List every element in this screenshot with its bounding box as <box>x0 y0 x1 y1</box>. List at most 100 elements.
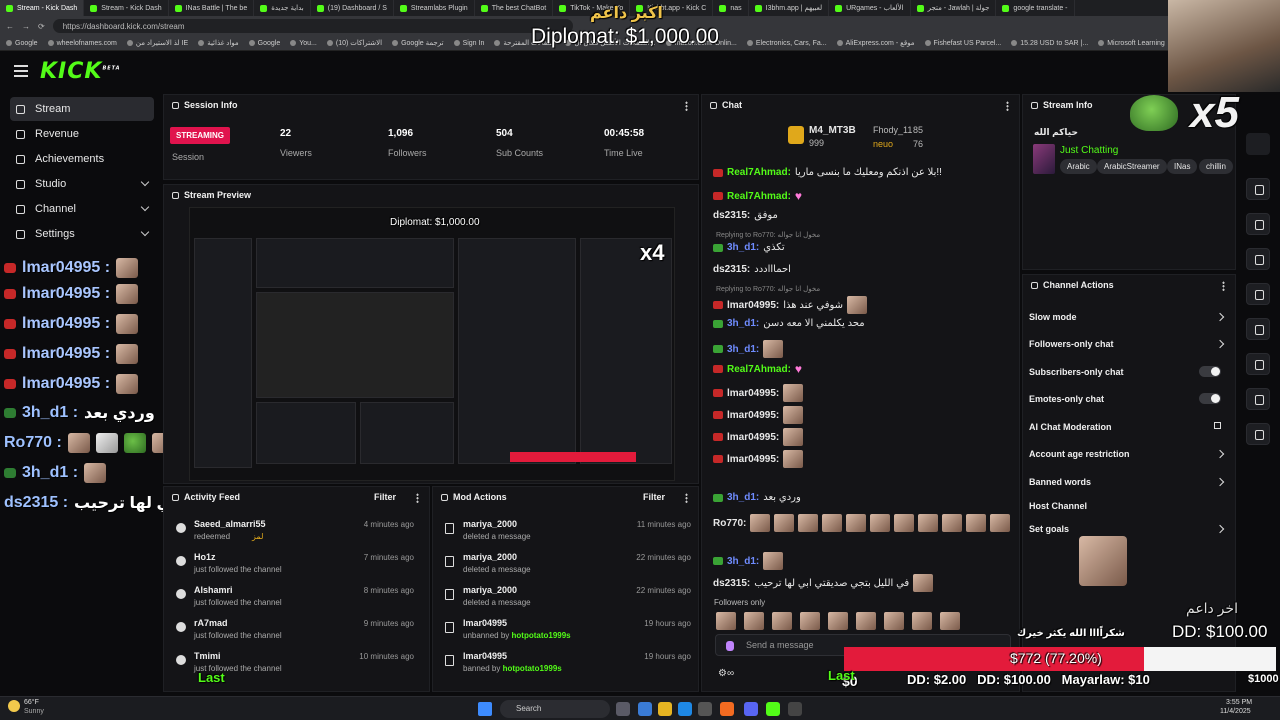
kick-icon[interactable] <box>766 702 780 716</box>
sidebar-item-studio[interactable]: Studio <box>10 172 154 196</box>
browser-tab[interactable]: URgames - الألعاب <box>829 0 911 16</box>
mod-action-item[interactable]: mariya_2000 deleted a message 22 minutes a… <box>433 583 701 615</box>
mic-icon[interactable] <box>726 641 734 651</box>
mod-action-username[interactable]: lmar04995 <box>463 618 507 628</box>
bookmark-item[interactable]: مواد غذائية <box>198 39 238 47</box>
more-options-icon[interactable] <box>685 101 688 111</box>
chat-message[interactable]: Real7Ahmad: ♥ <box>713 362 802 376</box>
browser-tab[interactable]: Stream - Kick Dash <box>84 0 169 16</box>
weather-icon[interactable] <box>8 700 20 712</box>
category-thumbnail[interactable] <box>1033 144 1055 174</box>
chat-username[interactable]: lmar04995: <box>727 432 779 443</box>
emote[interactable] <box>884 612 904 630</box>
quick-action-button[interactable] <box>1246 318 1270 340</box>
bookmark-item[interactable]: Fishefast US Parcel... <box>925 40 1002 47</box>
taskbar-search[interactable]: Search <box>500 700 610 718</box>
sidebar-item-revenue[interactable]: Revenue <box>10 122 154 146</box>
quick-action-button[interactable] <box>1246 213 1270 235</box>
channel-action-slow-mode[interactable]: Slow mode <box>1029 312 1229 322</box>
browser-tab[interactable]: Streamlabs Plugin <box>394 0 475 16</box>
emote[interactable] <box>912 612 932 630</box>
browser-tab[interactable]: INas Battle | The be <box>169 0 255 16</box>
edge-icon[interactable] <box>678 702 692 716</box>
edit-icon[interactable] <box>1246 133 1270 155</box>
mod-filter-button[interactable]: Filter <box>643 492 665 502</box>
emote[interactable] <box>772 612 792 630</box>
chat-message[interactable]: lmar04995: <box>713 384 804 402</box>
chat-username[interactable]: 3h_d1: <box>727 318 759 329</box>
activity-item[interactable]: Alshamri just followed the channel 8 minut… <box>164 583 424 615</box>
channel-action-account-age-restriction[interactable]: Account age restriction <box>1029 449 1229 459</box>
activity-item[interactable]: rA7mad just followed the channel 9 minutes… <box>164 616 424 648</box>
bookmark-item[interactable]: لذ الاستيراد من IE <box>127 39 188 47</box>
back-icon[interactable]: ← <box>6 22 14 31</box>
sidebar-item-stream[interactable]: Stream <box>10 97 154 121</box>
mod-action-item[interactable]: lmar04995 banned by hotpotato1999s 19 hour… <box>433 649 701 681</box>
bookmark-item[interactable]: Google <box>6 40 38 47</box>
chat-message[interactable]: Real7Ahmad: ♥ <box>713 189 802 203</box>
sidebar-item-achievements[interactable]: Achievements <box>10 147 154 171</box>
activity-username[interactable]: rA7mad <box>194 618 228 628</box>
mod-action-username[interactable]: mariya_2000 <box>463 552 517 562</box>
reload-icon[interactable]: ⟳ <box>38 22 45 31</box>
chat-username[interactable]: lmar04995: <box>727 388 779 399</box>
settings-icon[interactable]: ⚙∞ <box>718 668 734 679</box>
brave-icon[interactable] <box>720 702 734 716</box>
mod-action-username[interactable]: mariya_2000 <box>463 519 517 529</box>
emote[interactable] <box>940 612 960 630</box>
chat-message[interactable]: lmar04995: شوفي عند هذا <box>713 296 868 314</box>
bookmark-item[interactable]: الاشتراكات (10) <box>327 39 382 47</box>
forward-icon[interactable]: → <box>22 22 30 31</box>
chat-username[interactable]: lmar04995: <box>727 410 779 421</box>
toggle-switch[interactable] <box>1199 393 1221 404</box>
browser-tab[interactable]: بداية جديدة <box>254 0 311 16</box>
mod-action-item[interactable]: mariya_2000 deleted a message 11 minutes a… <box>433 517 701 549</box>
emote[interactable] <box>856 612 876 630</box>
bookmark-item[interactable]: Microsoft Learning <box>1098 40 1165 47</box>
bookmark-item[interactable]: Google ترجمة <box>392 39 443 47</box>
emote[interactable] <box>716 612 736 630</box>
channel-action-set-goals[interactable]: Set goals <box>1029 524 1229 534</box>
app-icon[interactable] <box>638 702 652 716</box>
chat-username[interactable]: 3h_d1: <box>727 344 759 355</box>
chat-username[interactable]: ds2315: <box>713 264 750 275</box>
external-link-icon[interactable] <box>1214 422 1221 429</box>
more-options-icon[interactable] <box>1006 101 1009 111</box>
chat-message[interactable]: 3h_d1: تكذي <box>713 242 785 253</box>
mod-action-item[interactable]: mariya_2000 deleted a message 22 minutes a… <box>433 550 701 582</box>
quick-action-button[interactable] <box>1246 178 1270 200</box>
emote[interactable] <box>744 612 764 630</box>
channel-action-host-channel[interactable]: Host Channel <box>1029 501 1229 511</box>
bookmark-item[interactable]: wheelofnames.com <box>48 40 117 47</box>
chat-username[interactable]: 3h_d1: <box>727 242 759 253</box>
bookmark-item[interactable]: Sign In <box>454 40 485 47</box>
mod-action-username[interactable]: lmar04995 <box>463 651 507 661</box>
chat-username[interactable]: ds2315: <box>713 578 750 589</box>
channel-action-subscribers-only-chat[interactable]: Subscribers-only chat <box>1029 366 1229 377</box>
chat-username[interactable]: Real7Ahmad: <box>727 191 791 202</box>
chat-username[interactable]: Real7Ahmad: <box>727 167 791 178</box>
chat-message[interactable]: ds2315: في الليل بتجي صديقتي ابي لها ترحي… <box>713 574 934 592</box>
bookmark-item[interactable]: You... <box>290 40 317 47</box>
mod-action-moderator[interactable]: hotpotato1999s <box>512 631 571 640</box>
browser-tab[interactable]: google translate - <box>996 0 1075 16</box>
chat-username[interactable]: 3h_d1: <box>727 556 759 567</box>
chat-username[interactable]: 3h_d1: <box>727 492 759 503</box>
browser-tab[interactable]: The best ChatBot <box>475 0 554 16</box>
chat-username[interactable]: Ro770: <box>713 518 746 529</box>
windows-start-icon[interactable] <box>478 702 492 716</box>
emote-row[interactable] <box>716 612 1006 630</box>
more-options-icon[interactable] <box>1222 281 1225 291</box>
activity-username[interactable]: Alshamri <box>194 585 233 595</box>
discord-icon[interactable] <box>744 702 758 716</box>
activity-filter-button[interactable]: Filter <box>374 492 396 502</box>
tag[interactable]: INas <box>1167 159 1198 174</box>
activity-item[interactable]: Saeed_almarri55 redeemed لمز 4 minutes ago <box>164 517 424 549</box>
file-explorer-icon[interactable] <box>658 702 672 716</box>
emote[interactable] <box>800 612 820 630</box>
quick-action-button[interactable] <box>1246 388 1270 410</box>
category-name[interactable]: Just Chatting <box>1060 145 1118 156</box>
channel-action-banned-words[interactable]: Banned words <box>1029 477 1229 487</box>
activity-username[interactable]: Saeed_almarri55 <box>194 519 266 529</box>
obs-icon[interactable] <box>788 702 802 716</box>
